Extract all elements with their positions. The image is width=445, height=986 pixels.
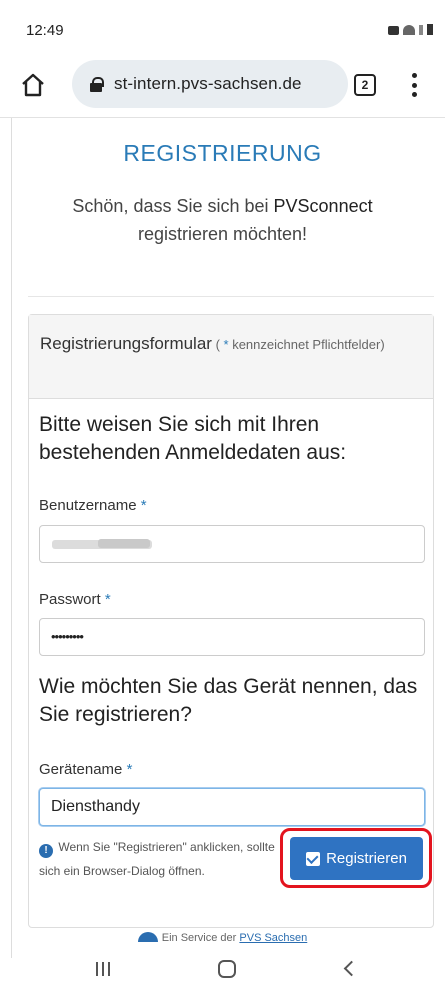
info-note: ! Wenn Sie "Registrieren" anklicken, sol… (39, 835, 289, 883)
redacted-username (52, 539, 152, 549)
status-icons (388, 24, 433, 35)
username-label-text: Benutzername (39, 497, 137, 514)
note-open: ( (211, 337, 224, 352)
mute-icon (388, 26, 399, 35)
browser-toolbar: st-intern.pvs-sachsen.de 2 (0, 52, 445, 118)
wifi-icon (403, 25, 415, 35)
form-header: Registrierungsformular ( * kennzeichnet … (29, 315, 433, 399)
back-icon[interactable] (343, 960, 360, 977)
url-text: st-intern.pvs-sachsen.de (114, 74, 302, 93)
welcome-text: Schön, dass Sie sich bei PVSconnect regi… (40, 192, 405, 248)
status-time: 12:49 (26, 22, 64, 39)
required-mark: * (104, 591, 111, 608)
footer-text: Ein Service der (161, 932, 240, 944)
password-label-text: Passwort (39, 591, 101, 608)
password-label: Passwort * (39, 591, 111, 608)
tabs-icon[interactable]: 2 (354, 74, 376, 96)
required-mark: * (140, 497, 147, 514)
login-prompt: Bitte weisen Sie sich mit Ihren bestehen… (39, 413, 347, 464)
info-icon: ! (39, 844, 53, 858)
footer-link[interactable]: PVS Sachsen (239, 932, 307, 944)
checkbox-icon (306, 851, 321, 866)
form-heading: Registrierungsformular (40, 334, 212, 353)
signal-icon (419, 25, 423, 35)
note-text: kennzeichnet Pflichtfelder) (228, 337, 385, 352)
divider (28, 296, 434, 297)
status-bar: 12:49 (0, 0, 445, 48)
username-label: Benutzername * (39, 497, 147, 514)
device-prompt: Wie möchten Sie das Gerät nennen, das Si… (39, 675, 418, 726)
page-title: REGISTRIERUNG (123, 140, 322, 166)
overflow-menu-icon[interactable] (404, 70, 424, 100)
password-field[interactable]: ••••••••• (39, 618, 425, 656)
pvs-logo-icon (137, 932, 158, 942)
battery-icon (427, 24, 433, 35)
welcome-pre: Schön, dass Sie sich bei (72, 196, 274, 216)
address-bar[interactable]: st-intern.pvs-sachsen.de (72, 60, 348, 108)
required-mark: * (126, 761, 133, 778)
brand-name: PVSconnect (273, 196, 373, 216)
form-heading-note: ( * kennzeichnet Pflichtfelder) (212, 337, 385, 352)
welcome-post: registrieren möchten! (137, 224, 308, 244)
register-button[interactable]: Registrieren (290, 837, 423, 880)
recent-apps-icon[interactable] (96, 962, 110, 976)
footer: Ein Service der PVS Sachsen (0, 932, 445, 944)
device-label: Gerätename * (39, 761, 132, 778)
device-name-field[interactable]: Diensthandy (39, 788, 425, 826)
page-border (11, 118, 12, 958)
device-label-text: Gerätename (39, 761, 123, 778)
lock-icon (90, 77, 104, 92)
home-nav-icon[interactable] (218, 960, 236, 978)
home-icon[interactable] (18, 70, 48, 100)
username-field[interactable] (39, 525, 425, 563)
register-button-label: Registrieren (326, 850, 407, 867)
info-text: Wenn Sie "Registrieren" anklicken, sollt… (39, 840, 275, 878)
navigation-bar (0, 958, 445, 986)
